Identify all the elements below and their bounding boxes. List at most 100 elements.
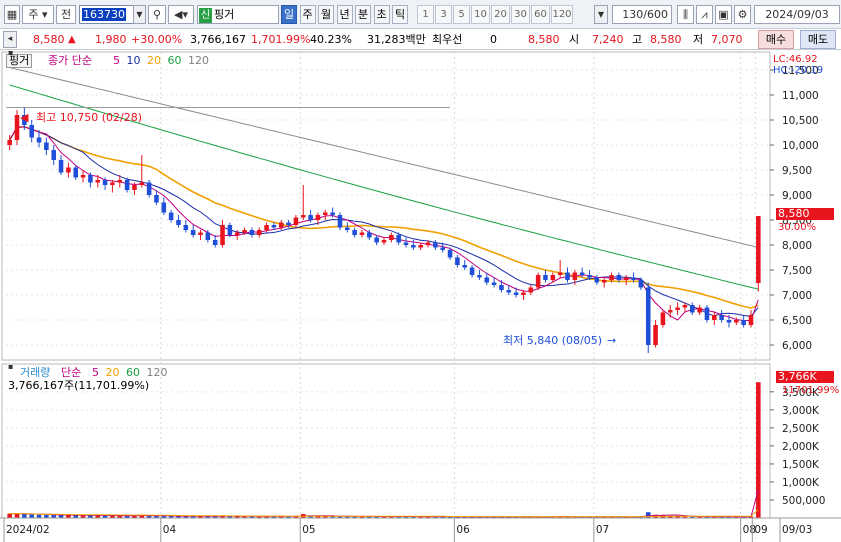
candle-body [359, 232, 365, 235]
candle-icon[interactable]: ⫼ [677, 5, 694, 24]
candle-body [36, 137, 42, 143]
candle-body [389, 235, 394, 240]
candle-body [110, 182, 115, 185]
period-tab-month[interactable]: 월 [318, 5, 334, 24]
candle-body [73, 167, 79, 178]
candle-body [95, 180, 101, 183]
price-legend-ma20: 20 [147, 54, 165, 67]
chart-icon[interactable]: ▦ [4, 5, 20, 24]
candle-body [433, 242, 438, 248]
buy-button[interactable]: 매수 [758, 30, 794, 49]
period-tab-week[interactable]: 주 [299, 5, 316, 24]
candle-body [256, 230, 262, 235]
hc-label: HC:-20.19 [773, 65, 824, 76]
volume-bar [29, 514, 34, 518]
chart-area[interactable]: 11,500 11,000 10,500 10,000 9,500 9,000 8,500 8… [0, 48, 841, 542]
candle-body [176, 220, 181, 225]
candle-body [308, 215, 313, 220]
interval-button-20[interactable]: 20 [491, 5, 510, 24]
interval-dropdown-icon[interactable]: ▼ [594, 5, 608, 24]
period-tab-day[interactable]: 일 [281, 5, 297, 24]
price-legend-prefix: 종가 단순 [48, 54, 92, 67]
candle-body [168, 212, 174, 220]
save-icon[interactable]: ▣ [715, 5, 732, 24]
count-field[interactable]: 130/600 [612, 5, 672, 24]
preferred-value: 0 [490, 33, 497, 46]
volume-legend-ma5: 5 [92, 366, 103, 379]
candle-body [300, 215, 306, 218]
line-chart-icon[interactable]: ⩘ [696, 5, 713, 24]
price-tick-label: 9,000 [782, 190, 812, 202]
last-price-tag: 8,580 [776, 208, 834, 220]
candle-body [352, 230, 357, 235]
period-tab-second[interactable]: 초 [373, 5, 390, 24]
candle-body [139, 182, 145, 185]
volume-tick-label: 2,000K [782, 441, 820, 453]
candle-body [403, 242, 409, 245]
candle-body [242, 230, 247, 233]
volume-value-text: 3,766,167주(11,701.99%) [8, 379, 150, 392]
candle-body [374, 237, 379, 243]
quote-bar: ◂ 8,580 ▲ 1,980 +30.00% 3,766,167 1,701.… [0, 29, 841, 50]
price-tick-label: 10,500 [782, 115, 819, 127]
date-field[interactable]: 2024/09/03 [754, 5, 840, 24]
last-volume-pct: 11701.99% [782, 385, 840, 396]
candle-body [499, 285, 504, 290]
candle-body [587, 275, 592, 278]
interval-button-60[interactable]: 60 [531, 5, 550, 24]
market-select[interactable]: 주 ▾ [22, 5, 54, 24]
candle-body [447, 250, 453, 258]
interval-button-1[interactable]: 1 [417, 5, 434, 24]
period-tab-tick[interactable]: 틱 [392, 5, 408, 24]
candle-body [491, 282, 497, 285]
stock-name: 핑거 [214, 8, 235, 21]
code-value: 163730 [82, 8, 126, 21]
interval-button-5[interactable]: 5 [453, 5, 470, 24]
candle-body [741, 320, 746, 325]
price-tick-label: 11,000 [782, 90, 819, 102]
interval-button-10[interactable]: 10 [471, 5, 490, 24]
interval-button-30[interactable]: 30 [511, 5, 530, 24]
candle-body [278, 222, 284, 228]
candle-body [734, 320, 739, 323]
quote-price: 8,580 [528, 33, 560, 46]
candle-body [704, 307, 710, 320]
x-tick-label: 06 [456, 524, 470, 536]
price-legend-ma60: 60 [167, 54, 185, 67]
stock-name-field[interactable]: 신 핑거 [197, 5, 279, 24]
period-tab-year[interactable]: 년 [336, 5, 353, 24]
interval-button-3[interactable]: 3 [435, 5, 452, 24]
x-tick-label: 2024/02 [6, 524, 50, 536]
candle-body [323, 212, 328, 215]
candle-body [161, 202, 167, 213]
speaker-icon[interactable]: ◀▾ [168, 5, 194, 24]
candle-body [381, 240, 387, 243]
volume-tick-label: 500,000 [782, 495, 825, 507]
candle-body [80, 175, 86, 178]
candle-body [102, 180, 108, 185]
price-tick-label: 7,500 [782, 265, 812, 277]
sell-button[interactable]: 매도 [800, 30, 836, 49]
candle-body [682, 305, 688, 308]
candle-body [440, 247, 445, 250]
candle-body [579, 272, 585, 275]
candle-body [198, 232, 203, 235]
candle-body [719, 315, 724, 320]
candle-body [638, 280, 644, 288]
period-tab-minute[interactable]: 분 [355, 5, 371, 24]
code-dropdown-icon[interactable]: ▼ [133, 5, 146, 24]
volume-tick-label: 2,500K [782, 423, 820, 435]
candle-body [616, 275, 622, 280]
candle-body [29, 125, 34, 138]
volume-panel-name[interactable]: 거래량 [20, 367, 50, 379]
interval-button-120[interactable]: 120 [551, 5, 573, 24]
last-volume-tag: 3,766K [776, 371, 834, 383]
candle-body [645, 287, 651, 345]
search-icon[interactable]: ⚲ [148, 5, 166, 24]
volume-pct: 1,701.99% [251, 33, 311, 46]
candle-body [425, 242, 431, 245]
panel-dot-icon: ▪ [8, 48, 14, 57]
expand-icon[interactable]: ◂ [3, 31, 17, 48]
gear-icon[interactable]: ⚙ [734, 5, 751, 24]
market-type-button[interactable]: 전 [56, 5, 76, 24]
